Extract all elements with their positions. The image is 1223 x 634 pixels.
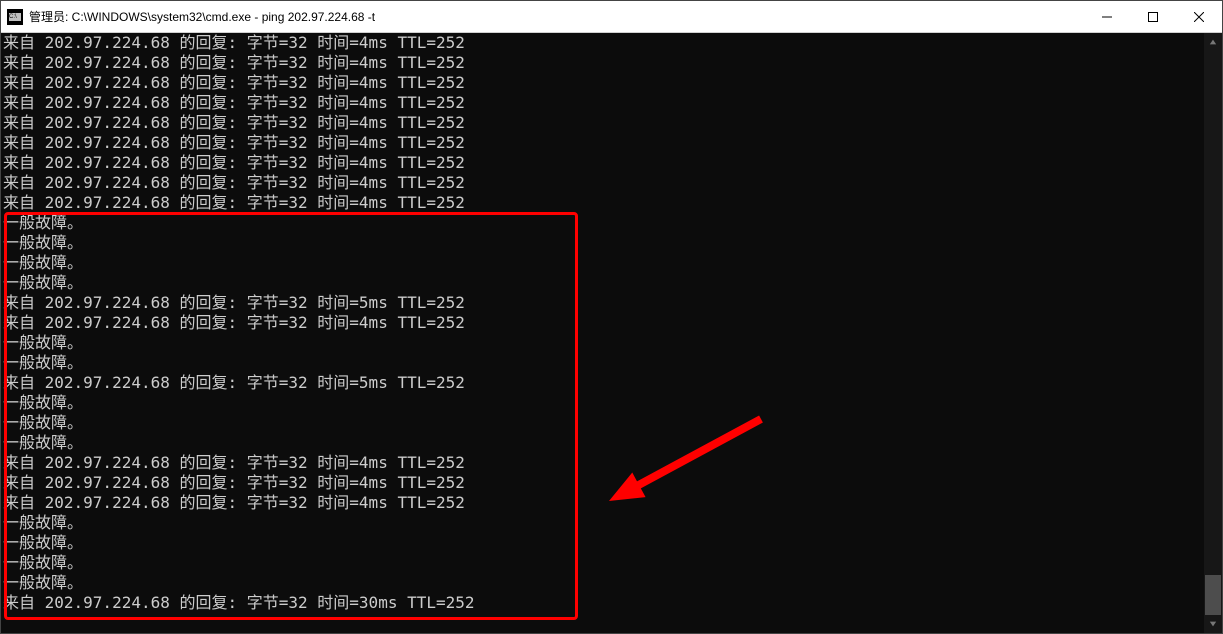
ping-reply-line: 来自 202.97.224.68 的回复: 字节=32 时间=4ms TTL=2… (3, 473, 1202, 493)
ping-failure-line: 一般故障。 (3, 533, 1202, 553)
ping-reply-line: 来自 202.97.224.68 的回复: 字节=32 时间=5ms TTL=2… (3, 373, 1202, 393)
window-title: 管理员: C:\WINDOWS\system32\cmd.exe - ping … (29, 8, 1084, 25)
scroll-down-arrow-icon[interactable] (1204, 615, 1222, 633)
ping-failure-line: 一般故障。 (3, 513, 1202, 533)
ping-failure-line: 一般故障。 (3, 273, 1202, 293)
ping-failure-line: 一般故障。 (3, 393, 1202, 413)
ping-reply-line: 来自 202.97.224.68 的回复: 字节=32 时间=30ms TTL=… (3, 593, 1202, 613)
maximize-button[interactable] (1130, 1, 1176, 32)
scroll-up-arrow-icon[interactable] (1204, 33, 1222, 51)
ping-reply-line: 来自 202.97.224.68 的回复: 字节=32 时间=4ms TTL=2… (3, 73, 1202, 93)
ping-failure-line: 一般故障。 (3, 333, 1202, 353)
ping-failure-line: 一般故障。 (3, 233, 1202, 253)
ping-reply-line: 来自 202.97.224.68 的回复: 字节=32 时间=4ms TTL=2… (3, 153, 1202, 173)
ping-reply-line: 来自 202.97.224.68 的回复: 字节=32 时间=4ms TTL=2… (3, 313, 1202, 333)
ping-reply-line: 来自 202.97.224.68 的回复: 字节=32 时间=4ms TTL=2… (3, 53, 1202, 73)
ping-reply-line: 来自 202.97.224.68 的回复: 字节=32 时间=4ms TTL=2… (3, 113, 1202, 133)
cmd-icon: C:\ (7, 9, 23, 25)
cmd-window: C:\ 管理员: C:\WINDOWS\system32\cmd.exe - p… (0, 0, 1223, 634)
ping-failure-line: 一般故障。 (3, 433, 1202, 453)
minimize-button[interactable] (1084, 1, 1130, 32)
ping-failure-line: 一般故障。 (3, 213, 1202, 233)
ping-reply-line: 来自 202.97.224.68 的回复: 字节=32 时间=4ms TTL=2… (3, 33, 1202, 53)
ping-failure-line: 一般故障。 (3, 553, 1202, 573)
ping-reply-line: 来自 202.97.224.68 的回复: 字节=32 时间=4ms TTL=2… (3, 453, 1202, 473)
ping-reply-line: 来自 202.97.224.68 的回复: 字节=32 时间=4ms TTL=2… (3, 173, 1202, 193)
console-area[interactable]: 来自 202.97.224.68 的回复: 字节=32 时间=4ms TTL=2… (1, 33, 1222, 633)
close-button[interactable] (1176, 1, 1222, 32)
console-output: 来自 202.97.224.68 的回复: 字节=32 时间=4ms TTL=2… (1, 33, 1204, 633)
ping-failure-line: 一般故障。 (3, 413, 1202, 433)
titlebar[interactable]: C:\ 管理员: C:\WINDOWS\system32\cmd.exe - p… (1, 1, 1222, 33)
ping-reply-line: 来自 202.97.224.68 的回复: 字节=32 时间=4ms TTL=2… (3, 93, 1202, 113)
vertical-scrollbar[interactable] (1204, 33, 1222, 633)
scrollbar-thumb[interactable] (1205, 575, 1221, 615)
ping-failure-line: 一般故障。 (3, 353, 1202, 373)
ping-reply-line: 来自 202.97.224.68 的回复: 字节=32 时间=5ms TTL=2… (3, 293, 1202, 313)
window-controls (1084, 1, 1222, 32)
ping-reply-line: 来自 202.97.224.68 的回复: 字节=32 时间=4ms TTL=2… (3, 193, 1202, 213)
ping-failure-line: 一般故障。 (3, 253, 1202, 273)
ping-reply-line: 来自 202.97.224.68 的回复: 字节=32 时间=4ms TTL=2… (3, 133, 1202, 153)
ping-failure-line: 一般故障。 (3, 573, 1202, 593)
ping-reply-line: 来自 202.97.224.68 的回复: 字节=32 时间=4ms TTL=2… (3, 493, 1202, 513)
